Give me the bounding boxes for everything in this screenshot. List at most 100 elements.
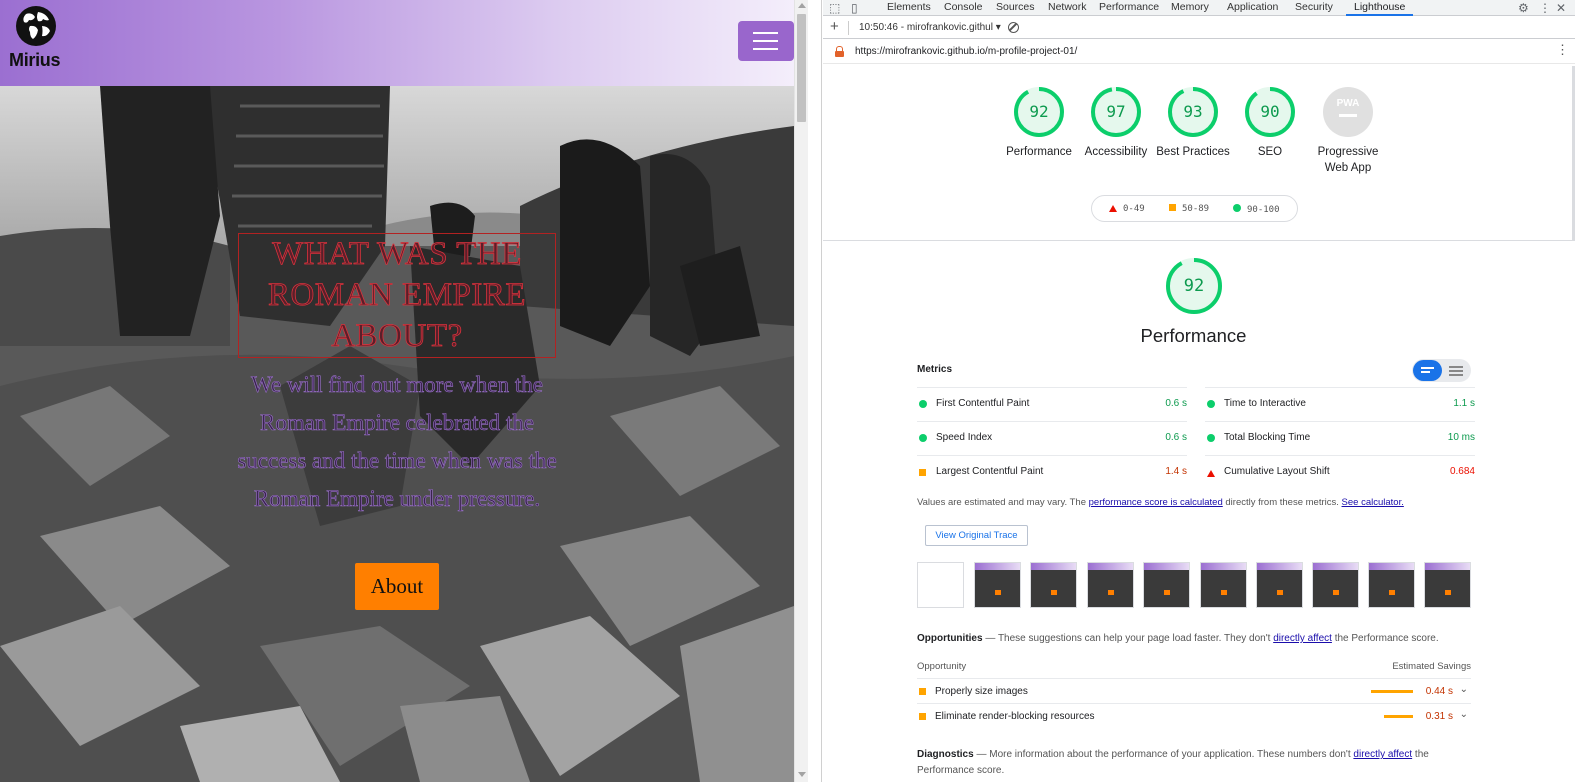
average-square-icon	[919, 713, 926, 720]
see-calculator-link[interactable]: See calculator.	[1342, 497, 1404, 508]
score-calculated-link[interactable]: performance score is calculated	[1089, 497, 1223, 508]
more-options-icon[interactable]: ⋮	[1539, 1, 1551, 15]
gauge-label: Progressive Web App	[1317, 146, 1379, 174]
metric-row: Largest Contentful Paint 1.4 s	[917, 455, 1187, 489]
view-original-trace-button[interactable]: View Original Trace	[925, 525, 1028, 546]
diagnostics-desc: — More information about the performance…	[973, 749, 1354, 760]
gauge-score: 93	[1183, 102, 1203, 121]
gauge-score: 97	[1106, 102, 1126, 121]
site-logo[interactable]: Mirius	[8, 6, 64, 70]
new-report-icon[interactable]: +	[830, 19, 839, 35]
clear-reports-icon[interactable]	[1008, 22, 1019, 33]
metric-row: Cumulative Layout Shift 0.684	[1205, 455, 1475, 489]
pass-circle-icon	[1207, 400, 1221, 411]
close-icon[interactable]: ✕	[1556, 1, 1566, 15]
opportunities-desc-end: the Performance score.	[1331, 633, 1439, 644]
metric-row: Speed Index 0.6 s	[917, 421, 1187, 455]
tab-network[interactable]: Network	[1048, 0, 1087, 16]
tab-performance[interactable]: Performance	[1099, 0, 1159, 16]
filmstrip-frame	[1030, 562, 1077, 608]
page-scrollbar[interactable]	[794, 0, 808, 782]
scrollbar-thumb[interactable]	[797, 14, 806, 122]
scroll-down-arrow-icon[interactable]	[798, 772, 806, 777]
tab-lighthouse[interactable]: Lighthouse	[1346, 0, 1414, 16]
legend-average-range: 50-89	[1182, 204, 1210, 214]
report-url-bar: https://mirofrankovic.github.io/m-profil…	[823, 40, 1575, 64]
metric-name: Largest Contentful Paint	[936, 466, 1044, 477]
chevron-down-icon[interactable]: ⌄	[1460, 709, 1468, 720]
tab-elements[interactable]: Elements	[887, 0, 931, 16]
opportunities-heading: Opportunities — These suggestions can he…	[917, 633, 1439, 644]
opportunity-name: Properly size images	[935, 686, 1028, 697]
opportunities-desc: — These suggestions can help your page l…	[982, 633, 1274, 644]
diagnostics-title: Diagnostics	[917, 749, 974, 760]
gauge-score: 92	[1029, 102, 1049, 121]
legend-pass-range: 90-100	[1247, 205, 1280, 215]
legend-fail-range: 0-49	[1123, 204, 1145, 214]
lighthouse-icon	[835, 46, 844, 57]
report-select[interactable]: 10:50:46 - mirofrankovic.githul ▾	[859, 22, 1001, 33]
gauge-accessibility[interactable]: 97 Accessibility	[1078, 86, 1154, 160]
filmstrip-frame	[1143, 562, 1190, 608]
devtools-splitter[interactable]	[808, 0, 822, 782]
filmstrip-frame	[1368, 562, 1415, 608]
report-url[interactable]: https://mirofrankovic.github.io/m-profil…	[855, 46, 1077, 57]
hamburger-line	[753, 32, 778, 34]
gauge-label: Best Practices	[1156, 146, 1230, 158]
savings-bar	[1371, 690, 1413, 693]
gauge-seo[interactable]: 90 SEO	[1232, 86, 1308, 160]
gauge-pwa[interactable]: PWA Progressive Web App	[1309, 86, 1387, 176]
performance-score: 92	[1183, 276, 1205, 296]
opportunity-row[interactable]: Eliminate render-blocking resources 0.31…	[917, 703, 1471, 728]
directly-affect-link[interactable]: directly affect	[1353, 749, 1412, 760]
logo-text: Mirius	[9, 50, 61, 70]
metric-row: Total Blocking Time 10 ms	[1205, 421, 1475, 455]
scroll-up-arrow-icon[interactable]	[798, 3, 806, 8]
gauge-performance-large: 92	[1164, 257, 1224, 315]
metrics-view-toggle[interactable]	[1412, 359, 1471, 382]
pass-circle-icon	[919, 434, 933, 445]
gear-icon[interactable]: ⚙	[1518, 1, 1529, 15]
toggle-expanded-icon[interactable]	[1442, 360, 1470, 381]
metric-value: 1.1 s	[1453, 398, 1475, 409]
opportunity-savings: 0.44 s	[1425, 686, 1453, 697]
opportunity-name: Eliminate render-blocking resources	[935, 711, 1095, 722]
legend-average: 50-89	[1169, 204, 1209, 214]
gauge-score: 90	[1260, 102, 1280, 121]
gauge-performance[interactable]: 92 Performance	[1001, 86, 1077, 160]
hamburger-menu-button[interactable]	[738, 21, 794, 61]
chevron-down-icon[interactable]: ⌄	[1460, 684, 1468, 695]
tab-sources[interactable]: Sources	[996, 0, 1035, 16]
tab-console[interactable]: Console	[944, 0, 983, 16]
fail-triangle-icon	[1207, 468, 1221, 479]
pass-circle-icon	[919, 400, 933, 411]
inspect-element-icon[interactable]: ⬚	[829, 1, 840, 15]
metric-value: 0.684	[1449, 466, 1475, 477]
filmstrip-frame	[1424, 562, 1471, 608]
filmstrip-frame	[1200, 562, 1247, 608]
metric-row: First Contentful Paint 0.6 s	[917, 387, 1187, 421]
tab-memory[interactable]: Memory	[1171, 0, 1209, 16]
gauge-best-practices[interactable]: 93 Best Practices	[1155, 86, 1231, 160]
metric-value: 0.6 s	[1165, 432, 1187, 443]
pwa-badge-text: PWA	[1337, 98, 1360, 109]
note-text: Values are estimated and may vary. The	[917, 497, 1089, 508]
tab-application[interactable]: Application	[1227, 0, 1278, 16]
about-button[interactable]: About	[355, 563, 439, 610]
filmstrip-frame	[917, 562, 964, 608]
metric-name: Total Blocking Time	[1224, 432, 1311, 443]
metric-value: 1.4 s	[1165, 466, 1187, 477]
opportunity-row[interactable]: Properly size images 0.44 s ⌄	[917, 678, 1471, 703]
tab-security[interactable]: Security	[1295, 0, 1333, 16]
opportunities-columns: Opportunity Estimated Savings	[917, 661, 1471, 672]
legend-pass: 90-100	[1233, 204, 1280, 215]
directly-affect-link[interactable]: directly affect	[1273, 633, 1332, 644]
device-toolbar-icon[interactable]: ▯	[851, 1, 858, 15]
gauge-label: Performance	[1006, 146, 1072, 158]
metric-name: Cumulative Layout Shift	[1224, 466, 1330, 477]
report-menu-icon[interactable]: ⋮	[1556, 43, 1569, 57]
toggle-compact-icon[interactable]	[1413, 360, 1442, 381]
hamburger-line	[753, 40, 778, 42]
filmstrip-frame	[974, 562, 1021, 608]
opportunities-title: Opportunities	[917, 633, 983, 644]
